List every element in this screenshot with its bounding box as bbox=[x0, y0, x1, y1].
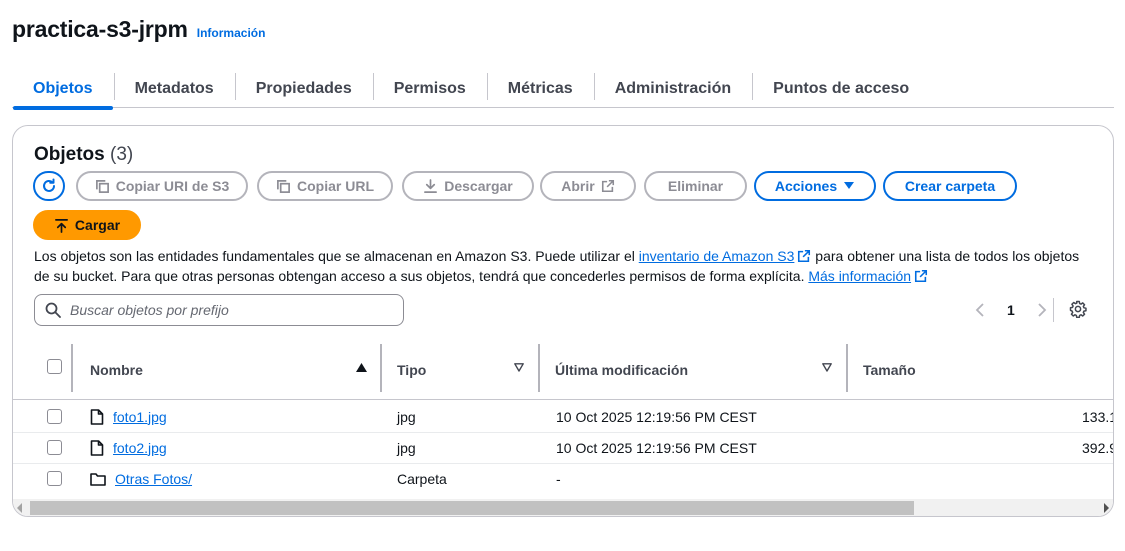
column-divider bbox=[846, 344, 848, 392]
folder-icon bbox=[90, 472, 106, 486]
sort-icon[interactable] bbox=[822, 363, 832, 372]
copy-icon bbox=[95, 179, 109, 193]
copy-s3-uri-button[interactable]: Copiar URI de S3 bbox=[76, 171, 248, 201]
download-button[interactable]: Descargar bbox=[402, 171, 534, 201]
upload-label: Cargar bbox=[74, 217, 121, 233]
actions-label: Acciones bbox=[774, 178, 838, 194]
create-folder-label: Crear carpeta bbox=[904, 178, 996, 194]
scroll-left-arrow-icon[interactable] bbox=[17, 503, 23, 513]
object-link[interactable]: foto2.jpg bbox=[113, 440, 167, 456]
select-all-checkbox[interactable] bbox=[47, 359, 62, 374]
open-button[interactable]: Abrir bbox=[540, 171, 636, 201]
scrollbar-thumb[interactable] bbox=[30, 501, 914, 515]
table-header: Nombre Tipo Última modificación Tamaño bbox=[13, 340, 1113, 400]
open-label: Abrir bbox=[561, 178, 595, 194]
row-checkbox[interactable] bbox=[47, 440, 62, 455]
folder-link[interactable]: Otras Fotos/ bbox=[115, 471, 192, 487]
gear-icon bbox=[1069, 300, 1087, 319]
copy-icon bbox=[277, 179, 290, 193]
chevron-left-icon bbox=[975, 303, 984, 317]
object-count: (3) bbox=[110, 144, 134, 165]
sort-ascending-icon[interactable] bbox=[356, 363, 367, 372]
object-name-cell: foto2.jpg bbox=[90, 432, 167, 463]
object-type: jpg bbox=[397, 439, 416, 456]
table-row[interactable]: Otras Fotos/ Carpeta - bbox=[13, 463, 1113, 494]
tab-bar: Objetos Metadatos Propiedades Permisos M… bbox=[12, 70, 1114, 110]
column-divider bbox=[71, 344, 73, 392]
upload-icon bbox=[54, 218, 68, 233]
scroll-right-arrow-icon[interactable] bbox=[1103, 503, 1109, 513]
create-folder-button[interactable]: Crear carpeta bbox=[883, 171, 1017, 201]
object-last-modified: 10 Oct 2025 12:19:56 PM CEST bbox=[556, 408, 757, 425]
delete-button[interactable]: Eliminar bbox=[644, 171, 747, 201]
objects-description: Los objetos son las entidades fundamenta… bbox=[34, 246, 1094, 286]
caret-down-icon bbox=[844, 182, 855, 189]
sort-icon[interactable] bbox=[514, 363, 524, 372]
object-name-cell: Otras Fotos/ bbox=[90, 463, 192, 494]
tab-propiedades[interactable]: Propiedades bbox=[234, 70, 373, 108]
external-link-icon bbox=[798, 249, 811, 263]
prev-page-button[interactable] bbox=[975, 303, 985, 317]
download-icon bbox=[424, 178, 438, 193]
bucket-title: practica-s3-jrpm bbox=[12, 16, 188, 42]
table-row[interactable]: foto1.jpg jpg 10 Oct 2025 12:19:56 PM CE… bbox=[13, 401, 1114, 432]
object-name-cell: foto1.jpg bbox=[90, 401, 167, 432]
tab-objetos[interactable]: Objetos bbox=[12, 70, 114, 110]
tab-permisos[interactable]: Permisos bbox=[372, 70, 487, 108]
file-icon bbox=[90, 439, 104, 456]
tab-metadatos[interactable]: Metadatos bbox=[113, 70, 235, 108]
column-divider bbox=[380, 344, 382, 392]
refresh-icon bbox=[43, 178, 55, 192]
copy-s3-uri-label: Copiar URI de S3 bbox=[115, 178, 230, 194]
table-row[interactable]: foto2.jpg jpg 10 Oct 2025 12:19:56 PM CE… bbox=[13, 432, 1114, 463]
search-icon bbox=[45, 302, 61, 318]
object-type: Carpeta bbox=[397, 470, 447, 487]
object-type: jpg bbox=[397, 408, 416, 425]
column-header-size[interactable]: Tamaño bbox=[863, 340, 916, 400]
current-page[interactable]: 1 bbox=[1007, 302, 1015, 318]
copy-url-button[interactable]: Copiar URL bbox=[257, 171, 393, 201]
preferences-button[interactable] bbox=[1069, 300, 1087, 323]
column-header-name[interactable]: Nombre bbox=[90, 340, 143, 400]
inventory-link[interactable]: inventario de Amazon S3 bbox=[639, 248, 795, 264]
file-icon bbox=[90, 408, 104, 425]
object-size: 133.1 bbox=[1082, 408, 1114, 425]
pagination: 1 bbox=[975, 302, 1047, 318]
page-header: practica-s3-jrpm Información bbox=[12, 16, 265, 43]
external-link-icon bbox=[915, 269, 928, 283]
next-page-button[interactable] bbox=[1037, 303, 1047, 317]
tab-administracion[interactable]: Administración bbox=[593, 70, 752, 108]
more-info-link[interactable]: Más información bbox=[808, 268, 911, 284]
column-header-last-modified[interactable]: Última modificación bbox=[555, 340, 688, 400]
object-last-modified: - bbox=[556, 470, 561, 487]
pager-divider bbox=[1053, 298, 1054, 322]
column-header-type[interactable]: Tipo bbox=[397, 340, 426, 400]
copy-url-label: Copiar URL bbox=[297, 178, 374, 194]
row-checkbox[interactable] bbox=[47, 409, 62, 424]
refresh-button[interactable] bbox=[33, 171, 65, 201]
tab-metricas[interactable]: Métricas bbox=[486, 70, 594, 108]
info-link[interactable]: Información bbox=[197, 26, 266, 40]
object-size: 392.9 bbox=[1082, 439, 1114, 456]
column-divider bbox=[538, 344, 540, 392]
search-input[interactable] bbox=[70, 302, 390, 318]
object-last-modified: 10 Oct 2025 12:19:56 PM CEST bbox=[556, 439, 757, 456]
horizontal-scrollbar[interactable] bbox=[13, 499, 1113, 516]
object-link[interactable]: foto1.jpg bbox=[113, 409, 167, 425]
objects-panel: Objetos (3) Copiar URI de S3 Copiar URL … bbox=[12, 125, 1114, 517]
upload-button[interactable]: Cargar bbox=[33, 210, 141, 240]
description-text-1: Los objetos son las entidades fundamenta… bbox=[34, 248, 639, 264]
panel-title: Objetos (3) bbox=[34, 144, 133, 166]
delete-label: Eliminar bbox=[667, 178, 724, 194]
panel-title-text: Objetos bbox=[34, 144, 105, 165]
search-box bbox=[34, 294, 404, 326]
chevron-right-icon bbox=[1038, 303, 1047, 317]
download-label: Descargar bbox=[444, 178, 513, 194]
actions-dropdown[interactable]: Acciones bbox=[754, 171, 876, 201]
row-checkbox[interactable] bbox=[47, 471, 62, 486]
external-link-icon bbox=[601, 179, 614, 193]
tab-puntos-de-acceso[interactable]: Puntos de acceso bbox=[752, 70, 930, 108]
